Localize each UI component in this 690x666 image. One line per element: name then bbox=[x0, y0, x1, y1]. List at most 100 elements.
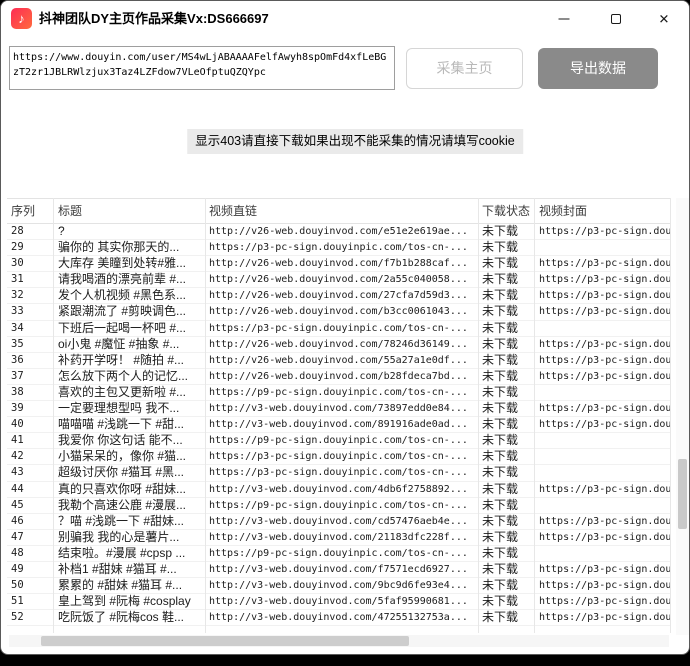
vertical-scrollbar[interactable] bbox=[676, 198, 689, 635]
table-row[interactable]: 46 ？喵 #浅跳一下 #甜妹... http://v3-web.douyinv… bbox=[7, 514, 670, 530]
cell-seq: 31 bbox=[7, 272, 53, 287]
cell-download-status: 未下载 bbox=[478, 546, 534, 561]
cell-title: 喵喵喵 #浅跳一下 #甜... bbox=[53, 417, 205, 432]
cell-cover-link: https://p3-pc-sign.douy bbox=[534, 353, 670, 368]
cell-video-link: https://p3-pc-sign.douyinpic.com/tos-cn-… bbox=[205, 465, 478, 480]
table-row[interactable]: 51 皇上驾到 #阮梅 #cosplay http://v3-web.douyi… bbox=[7, 594, 670, 610]
cell-download-status: 未下载 bbox=[478, 417, 534, 432]
cell-seq: 48 bbox=[7, 546, 53, 561]
cell-seq: 43 bbox=[7, 465, 53, 480]
cell-video-link: http://v3-web.douyinvod.com/cd57476aeb4e… bbox=[205, 514, 478, 529]
header-status[interactable]: 下载状态 bbox=[482, 199, 530, 224]
cell-video-link: https://p3-pc-sign.douyinpic.com/tos-cn-… bbox=[205, 240, 478, 255]
table-row[interactable]: 32 发个人机视频 #黑色系... http://v26-web.douyinv… bbox=[7, 288, 670, 304]
cell-cover-link bbox=[534, 546, 670, 561]
cell-cover-link bbox=[534, 433, 670, 448]
table-row[interactable]: 52 吃阮饭了 #阮梅cos 鞋... http://v3-web.douyin… bbox=[7, 610, 670, 626]
profile-url-input[interactable]: https://www.douyin.com/user/MS4wLjABAAAA… bbox=[9, 46, 395, 90]
title-bar: ♪ 抖神团队DY主页作品采集Vx:DS666697 ✕ bbox=[1, 1, 689, 37]
table-row[interactable]: 50 累累的 #甜妹 #猫耳 #... http://v3-web.douyin… bbox=[7, 578, 670, 594]
cell-seq: 40 bbox=[7, 417, 53, 432]
table-body: 28 ? http://v26-web.douyinvod.com/e51e2e… bbox=[7, 224, 670, 633]
cell-download-status: 未下载 bbox=[478, 240, 534, 255]
export-data-button[interactable]: 导出数据 bbox=[538, 48, 658, 89]
table-row[interactable]: 30 大库存 美瞳到处转#雅... http://v26-web.douyinv… bbox=[7, 256, 670, 272]
cell-download-status: 未下载 bbox=[478, 272, 534, 287]
cell-cover-link: https://p3-pc-sign.douy bbox=[534, 288, 670, 303]
close-button[interactable]: ✕ bbox=[644, 1, 684, 37]
vertical-scrollbar-thumb[interactable] bbox=[678, 459, 687, 529]
cell-video-link: http://v3-web.douyinvod.com/21183dfc228f… bbox=[205, 530, 478, 545]
cell-title: 吃阮饭了 #阮梅cos 鞋... bbox=[53, 610, 205, 625]
cell-video-link: http://v26-web.douyinvod.com/e51e2e619ae… bbox=[205, 224, 478, 239]
header-cover[interactable]: 视频封面 bbox=[539, 199, 587, 224]
cell-title: 累累的 #甜妹 #猫耳 #... bbox=[53, 578, 205, 593]
cell-cover-link bbox=[534, 385, 670, 400]
table-row[interactable]: 49 补档1 #甜妹 #猫耳 #... http://v3-web.douyin… bbox=[7, 562, 670, 578]
table-row[interactable]: 39 一定要理想型吗 我不... http://v3-web.douyinvod… bbox=[7, 401, 670, 417]
cell-cover-link: https://p3-pc-sign.douy bbox=[534, 224, 670, 239]
table-row[interactable]: 48 结束啦。#漫展 #cpsp ... https://p9-pc-sign.… bbox=[7, 546, 670, 562]
cell-seq: 30 bbox=[7, 256, 53, 271]
cell-seq: 35 bbox=[7, 337, 53, 352]
horizontal-scrollbar[interactable] bbox=[9, 635, 669, 647]
table-row[interactable]: 29 骗你的 其实你那天的... https://p3-pc-sign.douy… bbox=[7, 240, 670, 256]
minimize-button[interactable] bbox=[544, 1, 584, 37]
collect-homepage-button[interactable]: 采集主页 bbox=[406, 48, 523, 89]
cell-seq: 38 bbox=[7, 385, 53, 400]
table-border bbox=[670, 198, 671, 633]
cell-download-status: 未下载 bbox=[478, 288, 534, 303]
cell-download-status: 未下载 bbox=[478, 385, 534, 400]
cell-video-link: http://v3-web.douyinvod.com/891916ade0ad… bbox=[205, 417, 478, 432]
cell-cover-link bbox=[534, 449, 670, 464]
table-row[interactable]: 34 下班后一起喝一杯吧 #... https://p3-pc-sign.dou… bbox=[7, 321, 670, 337]
minimize-icon bbox=[559, 19, 570, 20]
cell-title: 请我喝酒的漂亮前辈 #... bbox=[53, 272, 205, 287]
cell-cover-link: https://p3-pc-sign.douy bbox=[534, 594, 670, 609]
cell-cover-link: https://p3-pc-sign.douy bbox=[534, 610, 670, 625]
table-row[interactable]: 31 请我喝酒的漂亮前辈 #... http://v26-web.douyinv… bbox=[7, 272, 670, 288]
column-divider bbox=[205, 198, 206, 224]
cell-seq: 28 bbox=[7, 224, 53, 239]
cell-title: 发个人机视频 #黑色系... bbox=[53, 288, 205, 303]
horizontal-scrollbar-thumb[interactable] bbox=[41, 636, 409, 646]
maximize-button[interactable] bbox=[596, 1, 636, 37]
header-seq[interactable]: 序列 bbox=[11, 199, 35, 224]
cell-seq: 51 bbox=[7, 594, 53, 609]
maximize-icon bbox=[611, 14, 621, 24]
cell-title: 真的只喜欢你呀 #甜妹... bbox=[53, 482, 205, 497]
cell-seq: 50 bbox=[7, 578, 53, 593]
cell-title: 我爱你 你这句话 能不... bbox=[53, 433, 205, 448]
column-divider bbox=[478, 224, 479, 633]
column-divider bbox=[534, 224, 535, 633]
cell-download-status: 未下载 bbox=[478, 610, 534, 625]
cell-download-status: 未下载 bbox=[478, 594, 534, 609]
table-header: 序列 标题 视频直链 下载状态 视频封面 bbox=[7, 198, 670, 224]
table-row[interactable]: 47 别骗我 我的心是薯片... http://v3-web.douyinvod… bbox=[7, 530, 670, 546]
table-row[interactable]: 38 喜欢的主包又更新啦 #... https://p9-pc-sign.dou… bbox=[7, 385, 670, 401]
cell-cover-link: https://p3-pc-sign.douy bbox=[534, 514, 670, 529]
cell-title: 紧跟潮流了 #剪映调色... bbox=[53, 304, 205, 319]
table-row[interactable]: 28 ? http://v26-web.douyinvod.com/e51e2e… bbox=[7, 224, 670, 240]
cell-download-status: 未下载 bbox=[478, 482, 534, 497]
table-row[interactable]: 35 oi小鬼 #魔怔 #抽象 #... http://v26-web.douy… bbox=[7, 337, 670, 353]
table-row[interactable]: 36 补药开学呀！ #随拍 #... http://v26-web.douyin… bbox=[7, 353, 670, 369]
table-row[interactable]: 41 我爱你 你这句话 能不... https://p9-pc-sign.dou… bbox=[7, 433, 670, 449]
table-row[interactable]: 33 紧跟潮流了 #剪映调色... http://v26-web.douyinv… bbox=[7, 304, 670, 320]
cell-video-link: http://v3-web.douyinvod.com/47255132753a… bbox=[205, 610, 478, 625]
cell-seq: 37 bbox=[7, 369, 53, 384]
header-title[interactable]: 标题 bbox=[58, 199, 82, 224]
header-link[interactable]: 视频直链 bbox=[209, 199, 257, 224]
table-row[interactable]: 40 喵喵喵 #浅跳一下 #甜... http://v3-web.douyinv… bbox=[7, 417, 670, 433]
table-row[interactable]: 43 超级讨厌你 #猫耳 #黑... https://p3-pc-sign.do… bbox=[7, 465, 670, 481]
table-row[interactable]: 42 小猫呆呆的，像你 #猫... https://p3-pc-sign.dou… bbox=[7, 449, 670, 465]
table-row[interactable]: 37 怎么放下两个人的记忆... http://v26-web.douyinvo… bbox=[7, 369, 670, 385]
cell-cover-link: https://p3-pc-sign.douy bbox=[534, 530, 670, 545]
cell-title: 补药开学呀！ #随拍 #... bbox=[53, 353, 205, 368]
table-row[interactable]: 44 真的只喜欢你呀 #甜妹... http://v3-web.douyinvo… bbox=[7, 482, 670, 498]
cell-title: 我勒个高速公鹿 #漫展... bbox=[53, 498, 205, 513]
cell-video-link: http://v26-web.douyinvod.com/2a55c040058… bbox=[205, 272, 478, 287]
cell-download-status: 未下载 bbox=[478, 449, 534, 464]
results-table: 序列 标题 视频直链 下载状态 视频封面 28 ? http://v26-web… bbox=[7, 198, 670, 633]
table-row[interactable]: 45 我勒个高速公鹿 #漫展... https://p9-pc-sign.dou… bbox=[7, 498, 670, 514]
